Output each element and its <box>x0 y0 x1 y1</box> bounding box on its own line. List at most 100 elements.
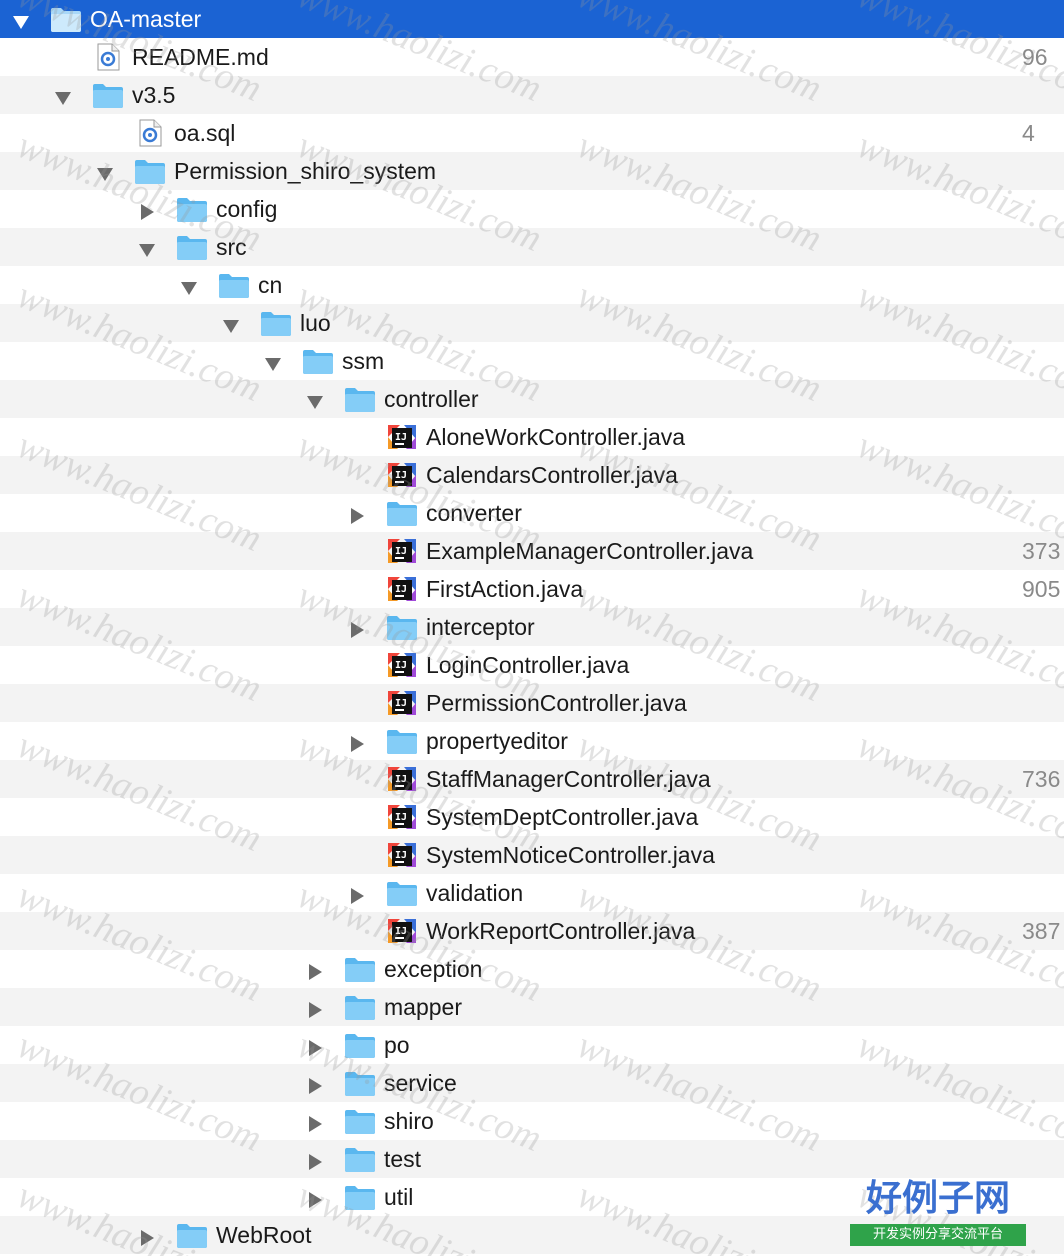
tree-row-permission-shiro-system[interactable]: Permission_shiro_system <box>0 152 1064 190</box>
tree-row-systemdeptcontroller-java[interactable]: IJ SystemDeptController.java <box>0 798 1064 836</box>
tree-row-luo[interactable]: luo <box>0 304 1064 342</box>
tree-item-label: Permission_shiro_system <box>174 158 437 184</box>
disclosure-collapsed-icon[interactable] <box>306 960 324 980</box>
disclosure-collapsed-icon[interactable] <box>348 732 366 752</box>
folder-icon <box>176 1221 208 1249</box>
tree-row-ssm[interactable]: ssm <box>0 342 1064 380</box>
intellij-java-file-icon: IJ <box>386 651 418 679</box>
disclosure-collapsed-icon[interactable] <box>306 998 324 1018</box>
tree-row-calendarscontroller-java[interactable]: IJ CalendarsController.java <box>0 456 1064 494</box>
tree-row-src[interactable]: src <box>0 228 1064 266</box>
svg-text:IJ: IJ <box>395 584 407 595</box>
tree-item-label: ssm <box>342 348 385 374</box>
intellij-java-file-icon: IJ <box>386 461 418 489</box>
intellij-java-file-icon: IJ <box>386 689 418 717</box>
tree-row-readme-md[interactable]: README.md 96 <box>0 38 1064 76</box>
tree-item-label: WorkReportController.java <box>426 918 696 944</box>
disclosure-expanded-icon[interactable] <box>306 390 324 409</box>
intellij-java-file-icon: IJ <box>386 575 418 603</box>
tree-row-examplemanagercontroller-java[interactable]: IJ ExampleManagerController.java 373 <box>0 532 1064 570</box>
disclosure-collapsed-icon[interactable] <box>306 1036 324 1056</box>
tree-item-label: SystemDeptController.java <box>426 804 699 830</box>
tree-item-label: luo <box>300 310 331 336</box>
intellij-java-file-icon: IJ <box>386 765 418 793</box>
tree-row-v3-5[interactable]: v3.5 <box>0 76 1064 114</box>
tree-item-label: util <box>384 1184 414 1210</box>
tree-row-controller[interactable]: controller <box>0 380 1064 418</box>
tree-item-label: src <box>216 234 247 260</box>
folder-icon <box>344 1145 376 1173</box>
tree-row-exception[interactable]: exception <box>0 950 1064 988</box>
disclosure-collapsed-icon[interactable] <box>138 1226 156 1246</box>
tree-item-label: service <box>384 1070 457 1096</box>
folder-icon <box>134 157 166 185</box>
tree-row-workreportcontroller-java[interactable]: IJ WorkReportController.java 387 <box>0 912 1064 950</box>
disclosure-expanded-icon[interactable] <box>12 10 30 29</box>
tree-item-label: mapper <box>384 994 462 1020</box>
tree-item-label: po <box>384 1032 410 1058</box>
folder-icon <box>344 955 376 983</box>
svg-text:IJ: IJ <box>395 850 407 861</box>
svg-text:IJ: IJ <box>395 698 407 709</box>
tree-row-converter[interactable]: converter <box>0 494 1064 532</box>
tree-row-permissioncontroller-java[interactable]: IJ PermissionController.java <box>0 684 1064 722</box>
disclosure-collapsed-icon[interactable] <box>306 1074 324 1094</box>
tree-item-label: interceptor <box>426 614 535 640</box>
tree-item-label: FirstAction.java <box>426 576 584 602</box>
intellij-java-file-icon: IJ <box>386 537 418 565</box>
file-size: 905 <box>1022 576 1061 602</box>
disclosure-expanded-icon[interactable] <box>96 162 114 181</box>
logo-title: 好例子网 <box>865 1178 1010 1219</box>
disclosure-collapsed-icon[interactable] <box>306 1188 324 1208</box>
disclosure-collapsed-icon[interactable] <box>306 1150 324 1170</box>
tree-item-label: v3.5 <box>132 82 176 108</box>
file-size: 373 <box>1022 538 1061 564</box>
folder-icon <box>344 1107 376 1135</box>
tree-row-firstaction-java[interactable]: IJ FirstAction.java 905 <box>0 570 1064 608</box>
tree-item-label: SystemNoticeController.java <box>426 842 715 868</box>
disclosure-expanded-icon[interactable] <box>180 276 198 295</box>
tree-row-validation[interactable]: validation <box>0 874 1064 912</box>
disclosure-expanded-icon[interactable] <box>222 314 240 333</box>
tree-row-shiro[interactable]: shiro <box>0 1102 1064 1140</box>
tree-item-label: test <box>384 1146 422 1172</box>
tree-row-config[interactable]: config <box>0 190 1064 228</box>
tree-row-aloneworkcontroller-java[interactable]: IJ AloneWorkController.java <box>0 418 1064 456</box>
tree-row-interceptor[interactable]: interceptor <box>0 608 1064 646</box>
tree-row-mapper[interactable]: mapper <box>0 988 1064 1026</box>
tree-item-label: README.md <box>132 44 269 70</box>
disclosure-collapsed-icon[interactable] <box>348 504 366 524</box>
svg-text:IJ: IJ <box>395 660 407 671</box>
svg-text:IJ: IJ <box>395 432 407 443</box>
folder-icon <box>344 993 376 1021</box>
folder-icon <box>218 271 250 299</box>
tree-row-oa-master[interactable]: OA-master <box>0 0 1064 38</box>
disclosure-collapsed-icon[interactable] <box>306 1112 324 1132</box>
disclosure-expanded-icon[interactable] <box>54 86 72 105</box>
tree-row-propertyeditor[interactable]: propertyeditor <box>0 722 1064 760</box>
intellij-java-file-icon: IJ <box>386 917 418 945</box>
tree-row-test[interactable]: test <box>0 1140 1064 1178</box>
file-size: 4 <box>1022 120 1035 146</box>
tree-item-label: ExampleManagerController.java <box>426 538 754 564</box>
tree-row-oa-sql[interactable]: oa.sql 4 <box>0 114 1064 152</box>
file-tree: OA-master README.md 96 v3.5 oa.sql 4 Permissio… <box>0 0 1064 1254</box>
disclosure-collapsed-icon[interactable] <box>348 884 366 904</box>
svg-text:IJ: IJ <box>395 774 407 785</box>
disclosure-collapsed-icon[interactable] <box>348 618 366 638</box>
tree-row-cn[interactable]: cn <box>0 266 1064 304</box>
tree-item-label: oa.sql <box>174 120 236 146</box>
tree-row-logincontroller-java[interactable]: IJ LoginController.java <box>0 646 1064 684</box>
tree-row-service[interactable]: service <box>0 1064 1064 1102</box>
tree-item-label: OA-master <box>90 6 202 32</box>
folder-icon <box>344 385 376 413</box>
tree-row-staffmanagercontroller-java[interactable]: IJ StaffManagerController.java 736 <box>0 760 1064 798</box>
tree-row-po[interactable]: po <box>0 1026 1064 1064</box>
md-file-icon <box>92 43 124 71</box>
disclosure-expanded-icon[interactable] <box>264 352 282 371</box>
folder-icon <box>386 499 418 527</box>
disclosure-expanded-icon[interactable] <box>138 238 156 257</box>
disclosure-collapsed-icon[interactable] <box>138 200 156 220</box>
tree-item-label: StaffManagerController.java <box>426 766 711 792</box>
tree-row-systemnoticecontroller-java[interactable]: IJ SystemNoticeController.java <box>0 836 1064 874</box>
